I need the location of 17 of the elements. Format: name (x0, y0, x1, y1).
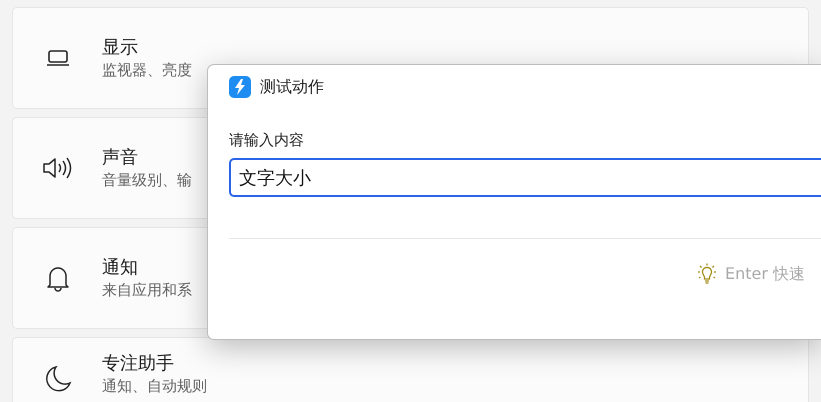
dialog-title: 测试动作 (260, 76, 324, 98)
lightbulb-icon (695, 262, 719, 286)
setting-description: 通知、自动规则 (102, 376, 207, 396)
setting-description: 来自应用和系 (102, 280, 192, 300)
speaker-icon (42, 156, 74, 180)
hint-text: Enter 快速 (725, 264, 806, 284)
settings-card[interactable]: 专注助手 通知、自动规则 (12, 337, 809, 402)
setting-title: 通知 (102, 256, 139, 280)
setting-title: 显示 (102, 36, 139, 60)
app-icon (229, 76, 251, 98)
setting-description: 音量级别、输 (102, 170, 192, 190)
setting-description: 监视器、亮度 (102, 60, 192, 80)
field-label: 请输入内容 (229, 131, 305, 150)
setting-title: 声音 (102, 146, 139, 170)
setting-title: 专注助手 (102, 352, 175, 376)
input-field[interactable]: 文字大小 (229, 158, 821, 197)
laptop-icon (46, 48, 70, 68)
